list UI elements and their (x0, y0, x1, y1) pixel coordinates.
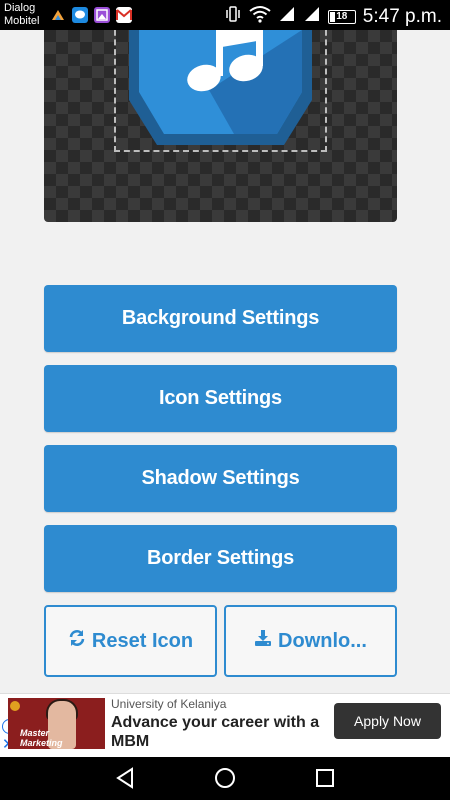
background-settings-label: Background Settings (121, 307, 320, 329)
chat-icon (72, 7, 88, 23)
image-icon (94, 7, 110, 23)
signal-icon (278, 5, 296, 28)
recents-icon[interactable] (313, 766, 337, 790)
notification-icons (50, 7, 132, 23)
ad-image-text-line-2: Marketing (20, 738, 63, 748)
carrier-name: Dialog Mobitel (4, 2, 39, 28)
shadow-settings-button[interactable]: Shadow Settings (44, 445, 397, 512)
battery-level: 18 (336, 11, 348, 22)
border-settings-label: Border Settings (146, 547, 295, 569)
refresh-icon (68, 629, 86, 653)
gmail-icon (116, 7, 132, 23)
background-settings-button[interactable]: Background Settings (44, 285, 397, 352)
icon-preview (44, 30, 397, 222)
ad-image-text-line-1: Master (20, 728, 50, 738)
download-button[interactable]: Downlo... (224, 605, 397, 677)
clock: 5:47 p.m. (362, 5, 442, 27)
status-bar: Dialog Mobitel 18 5:47 p.m. (0, 0, 450, 30)
download-icon (254, 629, 272, 653)
battery-fill (329, 11, 335, 22)
signal-icon (303, 5, 321, 28)
ad-banner[interactable]: i ✕ Master Marketing University of Kelan… (0, 693, 450, 757)
ad-image-text: Master Marketing (20, 728, 63, 748)
status-icons: 18 5:47 p.m. (224, 5, 442, 28)
shadow-settings-label: Shadow Settings (141, 467, 300, 489)
carrier-line-1: Dialog (4, 2, 36, 14)
carrier-line-2: Mobitel (4, 15, 40, 27)
reset-icon-button[interactable]: Reset Icon (44, 605, 217, 677)
wifi-icon (249, 5, 271, 28)
university-logo (10, 701, 20, 711)
navigation-bar (0, 757, 450, 800)
apply-now-button[interactable]: Apply Now (334, 703, 441, 739)
selection-box (114, 30, 327, 152)
reset-icon-label: Reset Icon (91, 629, 194, 652)
ad-sponsor: University of Kelaniya (111, 697, 227, 711)
ad-headline[interactable]: Advance your career with a MBM (111, 713, 321, 751)
ad-image[interactable]: Master Marketing (8, 698, 105, 749)
vibrate-icon (224, 5, 242, 28)
home-icon[interactable] (213, 766, 237, 790)
icon-settings-button[interactable]: Icon Settings (44, 365, 397, 432)
download-label: Downlo... (278, 629, 367, 652)
battery-icon: 18 (327, 9, 356, 24)
icon-settings-label: Icon Settings (159, 387, 282, 409)
border-settings-button[interactable]: Border Settings (44, 525, 397, 592)
dragon-icon (50, 7, 66, 23)
back-icon[interactable] (113, 766, 137, 790)
